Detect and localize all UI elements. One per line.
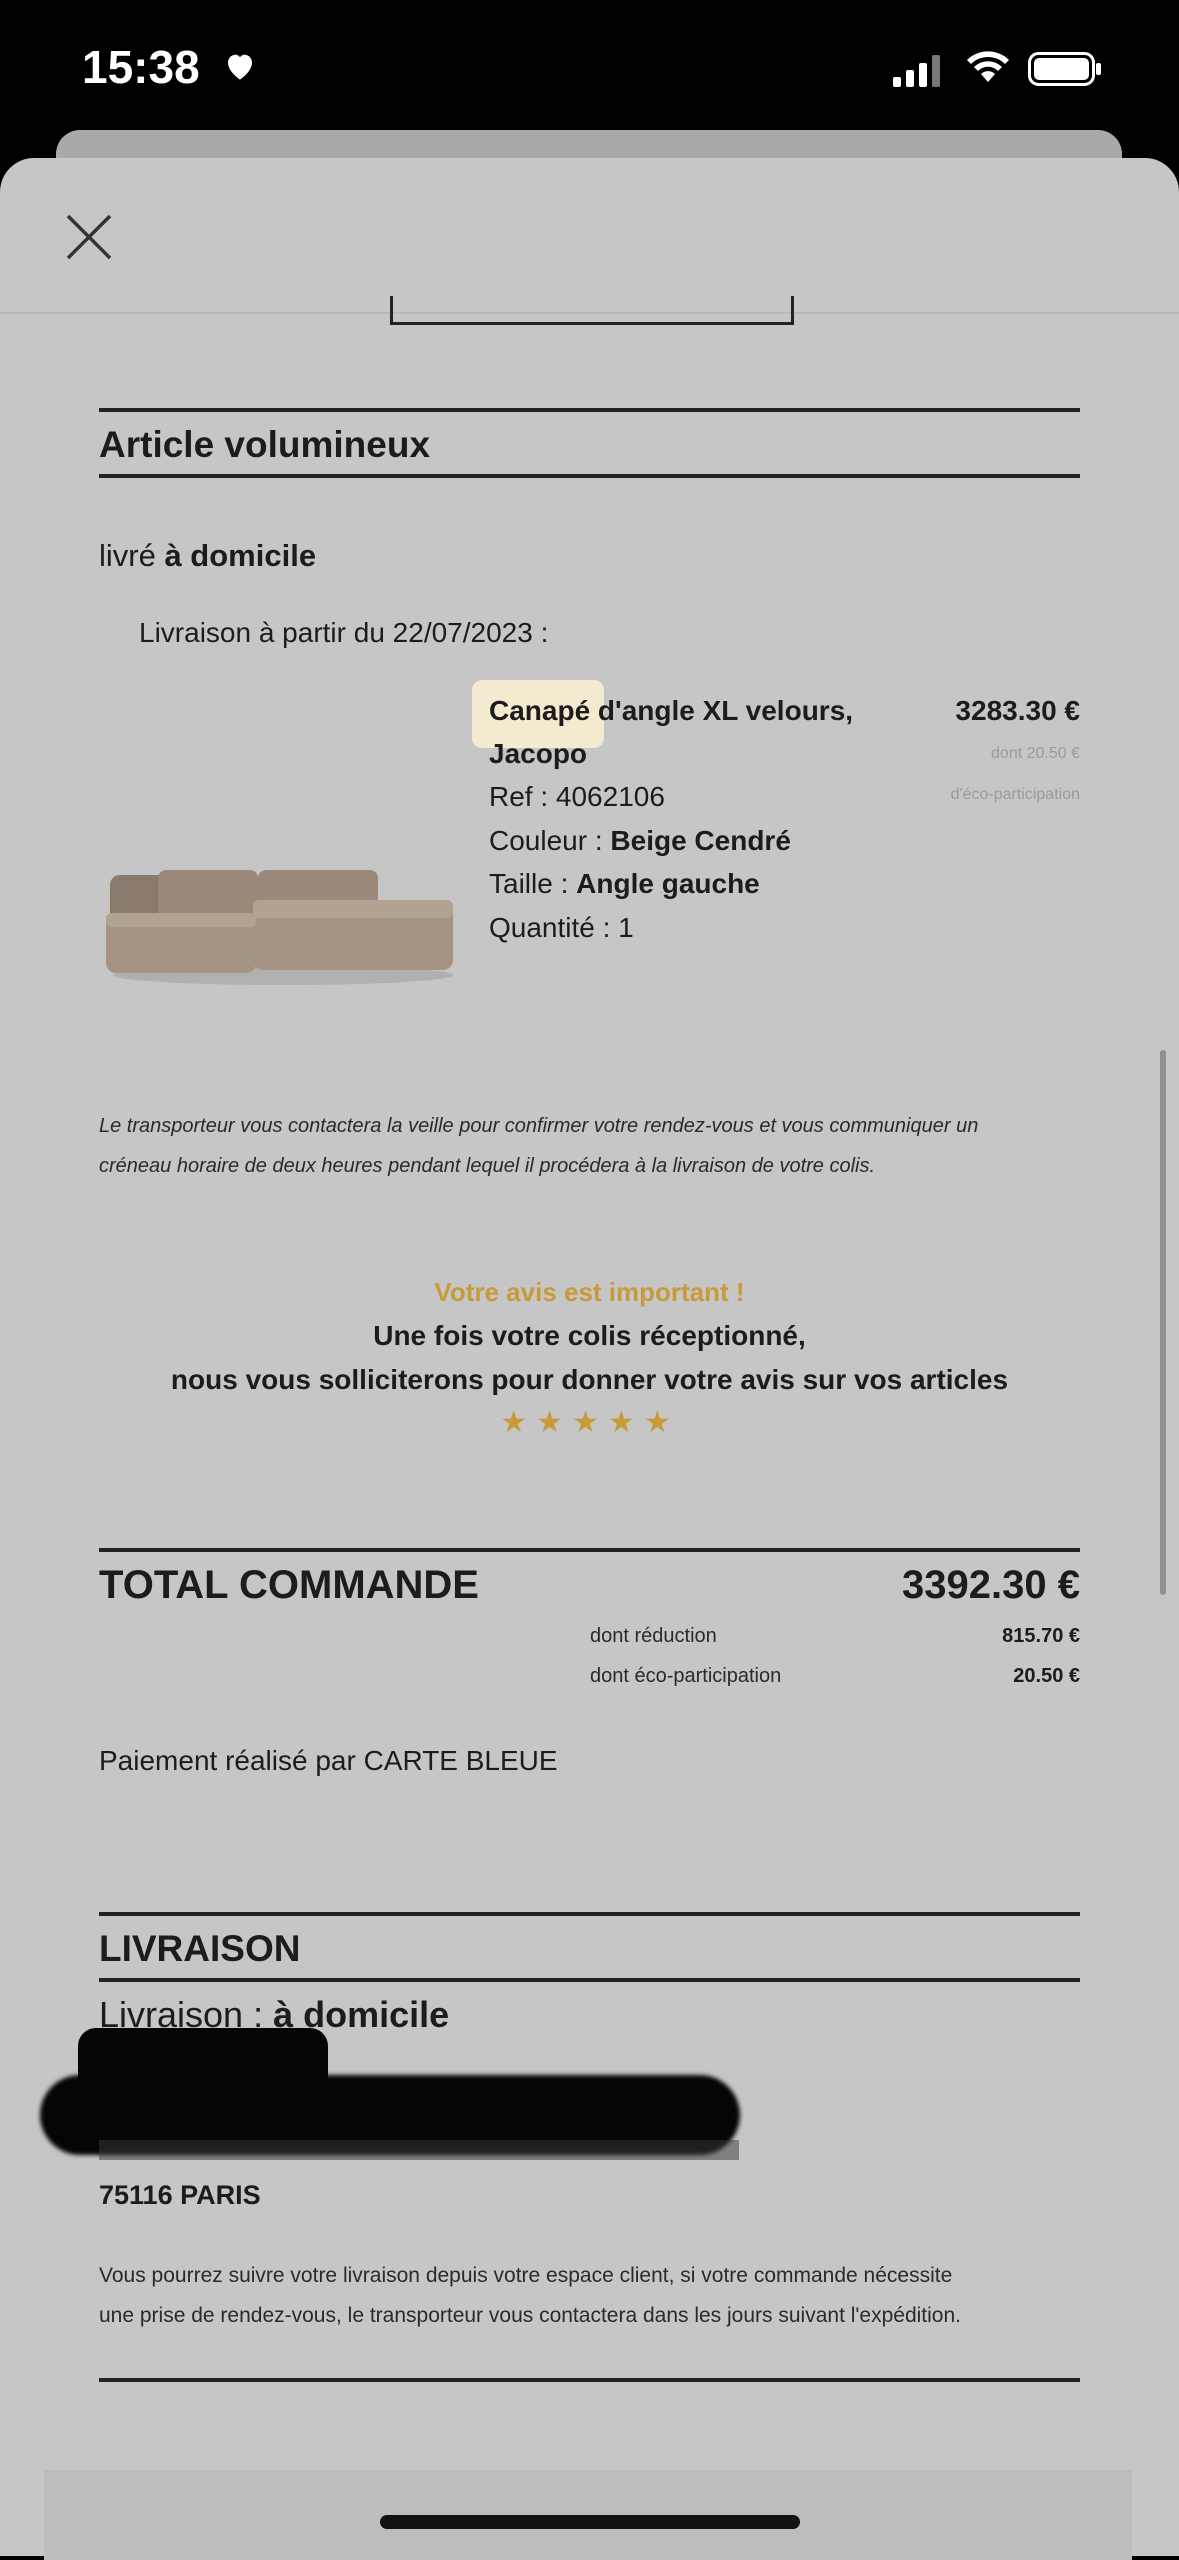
status-bar: 15:38: [0, 0, 1179, 140]
wifi-icon: [967, 51, 1009, 82]
review-title: Votre avis est important !: [434, 1277, 745, 1307]
product-name-line2[interactable]: Jacopo: [489, 738, 587, 770]
delivery-prefix: livré: [99, 538, 165, 573]
sofa-product-image[interactable]: [98, 855, 468, 995]
eco-participation-amount: dont 20.50 €: [991, 745, 1080, 762]
total-value: 3392.30 €: [902, 1563, 1080, 1607]
heart-icon: [228, 54, 252, 80]
product-name[interactable]: Canapé d'angle XL velours,: [489, 695, 853, 727]
battery-icon: [1028, 52, 1101, 86]
status-time: 15:38: [82, 41, 200, 93]
shipping-section-title: LIVRAISON: [99, 1928, 301, 1969]
review-line2: nous vous solliciterons pour donner votr…: [170, 1364, 1009, 1395]
color-label: Couleur :: [489, 825, 611, 856]
eco-participation-label: d'éco-participation: [950, 786, 1080, 803]
shipping-note-line2: une prise de rendez-vous, le transporteu…: [99, 2304, 961, 2327]
product-size: Taille : Angle gauche: [489, 868, 760, 900]
payment-method: Paiement réalisé par CARTE BLEUE: [99, 1745, 558, 1776]
article-section-title: Article volumineux: [99, 424, 431, 465]
eco-value: 20.50 €: [1013, 1665, 1080, 1687]
section-divider: [99, 1912, 1080, 1916]
eco-label: dont éco-participation: [590, 1665, 782, 1687]
section-divider: [99, 474, 1080, 478]
carrier-note-line2: créneau horaire de deux heures pendant l…: [99, 1155, 876, 1177]
color-value: Beige Cendré: [610, 825, 791, 856]
product-price: 3283.30 €: [955, 695, 1080, 726]
size-label: Taille :: [489, 868, 577, 899]
delivery-date: Livraison à partir du 22/07/2023 :: [139, 617, 549, 648]
review-line1: Une fois votre colis réceptionné,: [373, 1320, 806, 1351]
scrollbar[interactable]: [1160, 1050, 1166, 1595]
section-divider: [99, 408, 1080, 412]
product-color: Couleur : Beige Cendré: [489, 825, 791, 857]
cellular-signal-icon: [893, 55, 940, 87]
size-value: Angle gauche: [576, 868, 760, 899]
section-divider: [99, 1978, 1080, 1982]
home-indicator[interactable]: [380, 2515, 800, 2529]
close-icon[interactable]: [64, 212, 114, 262]
section-divider: [99, 1548, 1080, 1552]
reduction-label: dont réduction: [590, 1625, 717, 1647]
total-label: TOTAL COMMANDE: [99, 1563, 479, 1607]
carrier-note-line1: Le transporteur vous contactera la veill…: [99, 1115, 979, 1137]
product-ref: Ref : 4062106: [489, 781, 665, 812]
product-name-part1: Canapé: [489, 695, 591, 726]
button-outline-remnant[interactable]: [390, 296, 794, 325]
delivery-mode: à domicile: [164, 538, 317, 573]
shipping-city: 75116 PARIS: [99, 2180, 261, 2210]
section-divider: [99, 2378, 1080, 2382]
redacted-address-residue: [99, 2140, 739, 2160]
reduction-value: 815.70 €: [1002, 1625, 1080, 1647]
delivery-mode-line: livré à domicile: [99, 538, 316, 574]
shipping-note-line1: Vous pourrez suivre votre livraison depu…: [99, 2264, 953, 2287]
product-quantity: Quantité : 1: [489, 912, 634, 943]
rating-stars: ★★★★★: [500, 1406, 680, 1439]
product-name-part2: d'angle XL velours,: [590, 695, 854, 726]
